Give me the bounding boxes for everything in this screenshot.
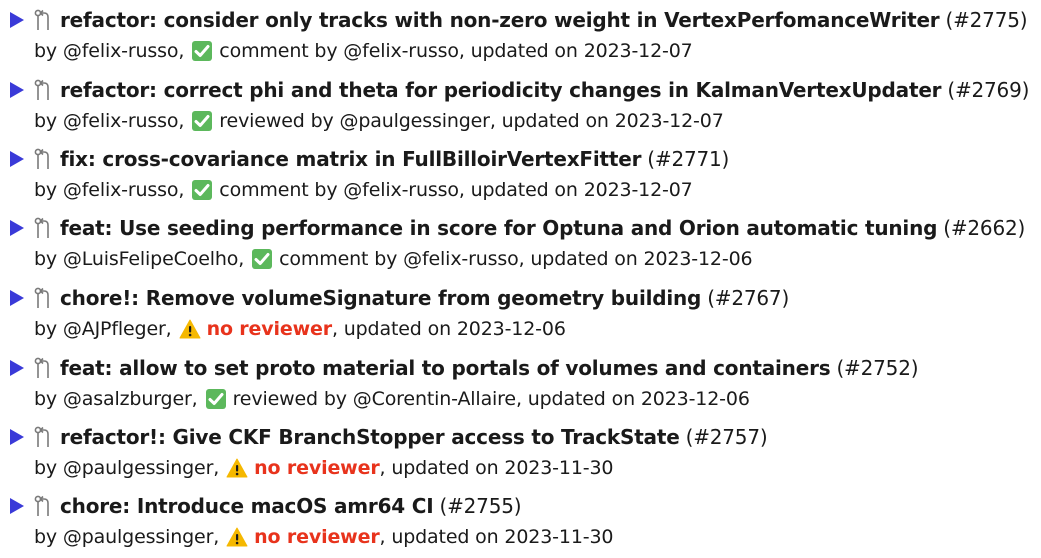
pr-updated: , updated on 2023-12-06	[515, 388, 750, 410]
pr-author: by @felix-russo,	[34, 110, 185, 132]
pr-number[interactable]: (#2771)	[647, 147, 729, 171]
git-pull-request-icon	[34, 148, 49, 169]
check-mark-button-icon	[192, 111, 213, 131]
pr-author: by @AJPfleger,	[34, 318, 172, 340]
pr-header[interactable]: feat: Use seeding performance in score f…	[10, 212, 1025, 244]
pr-meta: by @felix-russo, comment by @felix-russo…	[34, 38, 693, 64]
pr-updated: , updated on 2023-12-07	[458, 40, 693, 62]
pull-request-item[interactable]: refactor: correct phi and theta for peri…	[10, 74, 1038, 136]
pr-header[interactable]: refactor: correct phi and theta for peri…	[10, 74, 1029, 106]
pr-header[interactable]: refactor: consider only tracks with non-…	[10, 4, 1028, 36]
check-mark-button-icon	[205, 389, 226, 409]
pr-number[interactable]: (#2769)	[947, 78, 1029, 102]
pr-meta: by @AJPfleger, no reviewer , updated on …	[34, 316, 566, 342]
pr-number[interactable]: (#2757)	[686, 425, 768, 449]
pr-header[interactable]: fix: cross-covariance matrix in FullBill…	[10, 143, 729, 175]
pr-author: by @LuisFelipeCoelho,	[34, 248, 245, 270]
pr-number[interactable]: (#2767)	[707, 286, 789, 310]
triangle-right-icon[interactable]	[10, 498, 24, 514]
pr-updated: , updated on 2023-11-30	[379, 457, 614, 479]
pr-author: by @paulgessinger,	[34, 526, 220, 548]
pr-updated: , updated on 2023-12-07	[489, 110, 724, 132]
pr-meta: by @felix-russo, reviewed by @paulgessin…	[34, 108, 724, 134]
git-pull-request-icon	[34, 9, 49, 30]
pr-meta: by @LuisFelipeCoelho, comment by @felix-…	[34, 246, 753, 272]
check-mark-button-icon	[192, 180, 213, 200]
pr-updated: , updated on 2023-12-06	[518, 248, 753, 270]
check-mark-button-icon	[252, 249, 273, 269]
pr-review-status: reviewed by @Corentin-Allaire	[232, 388, 517, 410]
pr-header[interactable]: feat: allow to set proto material to por…	[10, 352, 919, 384]
pull-request-item[interactable]: feat: Use seeding performance in score f…	[10, 212, 1038, 274]
pr-review-status: no reviewer	[206, 318, 333, 340]
pr-updated: , updated on 2023-11-30	[379, 526, 614, 548]
git-pull-request-icon	[34, 426, 49, 447]
git-pull-request-icon	[34, 357, 49, 378]
pr-meta: by @asalzburger, reviewed by @Corentin-A…	[34, 386, 750, 412]
pull-request-item[interactable]: chore: Introduce macOS amr64 CI (#2755) …	[10, 490, 1038, 552]
pull-request-item[interactable]: refactor: consider only tracks with non-…	[10, 4, 1038, 66]
pr-title[interactable]: chore: Introduce macOS amr64 CI	[60, 494, 434, 518]
pr-title[interactable]: chore!: Remove volumeSignature from geom…	[60, 286, 701, 310]
pr-review-status: reviewed by @paulgessinger	[219, 110, 490, 132]
git-pull-request-icon	[34, 217, 49, 238]
pr-author: by @paulgessinger,	[34, 457, 220, 479]
pr-header[interactable]: chore: Introduce macOS amr64 CI (#2755)	[10, 490, 522, 522]
git-pull-request-icon	[34, 495, 49, 516]
git-pull-request-icon	[34, 79, 49, 100]
warning-icon	[226, 458, 248, 478]
pr-review-status: comment by @felix-russo	[219, 40, 459, 62]
pr-number[interactable]: (#2752)	[836, 356, 918, 380]
pr-updated: , updated on 2023-12-06	[331, 318, 566, 340]
pr-meta: by @paulgessinger, no reviewer , updated…	[34, 524, 614, 550]
pr-number[interactable]: (#2755)	[439, 494, 521, 518]
pr-title[interactable]: refactor: consider only tracks with non-…	[60, 8, 940, 32]
pr-author: by @felix-russo,	[34, 179, 185, 201]
pr-header[interactable]: refactor!: Give CKF BranchStopper access…	[10, 421, 768, 453]
triangle-right-icon[interactable]	[10, 429, 24, 445]
pr-number[interactable]: (#2662)	[943, 216, 1025, 240]
triangle-right-icon[interactable]	[10, 12, 24, 28]
pr-review-status: no reviewer	[254, 526, 380, 548]
pr-author: by @asalzburger,	[34, 388, 198, 410]
pull-request-list: refactor: consider only tracks with non-…	[0, 0, 1041, 558]
pr-header[interactable]: chore!: Remove volumeSignature from geom…	[10, 282, 789, 314]
pr-review-status: comment by @felix-russo	[279, 248, 519, 270]
git-pull-request-icon	[34, 287, 49, 308]
triangle-right-icon[interactable]	[10, 82, 24, 98]
pr-title[interactable]: feat: Use seeding performance in score f…	[60, 216, 937, 240]
triangle-right-icon[interactable]	[10, 290, 24, 306]
triangle-right-icon[interactable]	[10, 151, 24, 167]
pull-request-item[interactable]: chore!: Remove volumeSignature from geom…	[10, 282, 1038, 344]
pr-title[interactable]: feat: allow to set proto material to por…	[60, 356, 831, 380]
pr-title[interactable]: refactor!: Give CKF BranchStopper access…	[60, 425, 680, 449]
pull-request-item[interactable]: feat: allow to set proto material to por…	[10, 352, 1038, 414]
pr-title[interactable]: fix: cross-covariance matrix in FullBill…	[60, 147, 641, 171]
check-mark-button-icon	[192, 41, 213, 61]
pr-meta: by @felix-russo, comment by @felix-russo…	[34, 177, 693, 203]
triangle-right-icon[interactable]	[10, 360, 24, 376]
pr-title[interactable]: refactor: correct phi and theta for peri…	[60, 78, 942, 102]
pull-request-item[interactable]: refactor!: Give CKF BranchStopper access…	[10, 421, 1038, 483]
pr-review-status: no reviewer	[254, 457, 380, 479]
pr-updated: , updated on 2023-12-07	[458, 179, 693, 201]
pr-author: by @felix-russo,	[34, 40, 185, 62]
pr-meta: by @paulgessinger, no reviewer , updated…	[34, 455, 614, 481]
warning-icon	[226, 527, 248, 547]
pr-number[interactable]: (#2775)	[945, 8, 1027, 32]
triangle-right-icon[interactable]	[10, 220, 24, 236]
warning-icon	[179, 319, 201, 339]
pull-request-item[interactable]: fix: cross-covariance matrix in FullBill…	[10, 143, 1038, 205]
pr-review-status: comment by @felix-russo	[219, 179, 459, 201]
